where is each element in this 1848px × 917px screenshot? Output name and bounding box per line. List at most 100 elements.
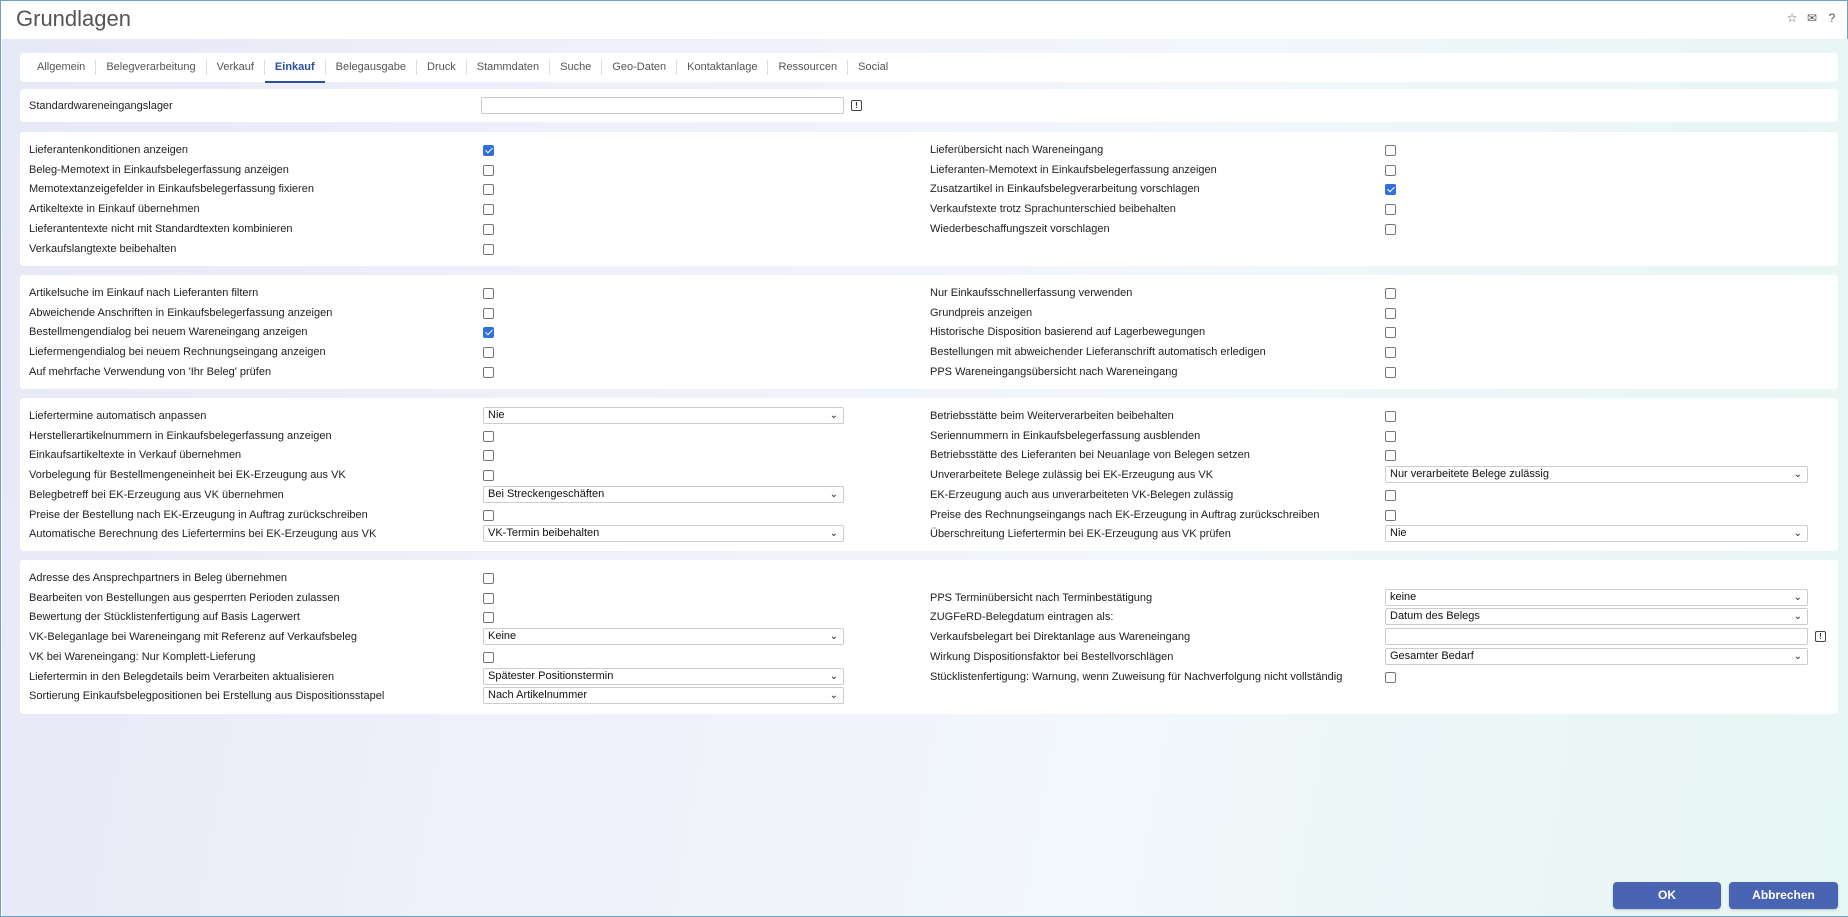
ok-button[interactable]: OK [1613,882,1721,909]
auf-mehrfache-verwendung-von-ihr-beleg-p-checkbox[interactable] [483,366,494,378]
artikeltexte-in-einkauf-uebernehmen-checkbox[interactable] [483,204,494,216]
tab-geo-daten[interactable]: Geo-Daten [602,60,678,75]
option-label: Automatische Berechnung des Liefertermin… [29,528,377,541]
section-warehouse: Standardwareneingangslager ! [20,89,1838,122]
option-label: Wiederbeschaffungszeit vorschlagen [930,222,1110,235]
option-label: Liefertermin in den Belegdetails beim Ve… [29,670,335,683]
wiederbeschaffungszeit-vorschlagen-checkbox[interactable] [1385,223,1396,235]
liefertermine-automatisch-anpassen-select[interactable]: Nie ⌄ [483,407,844,424]
select-value: Nur verarbeitete Belege zulässig [1390,468,1549,481]
tab-belegausgabe[interactable]: Belegausgabe [326,60,417,75]
chevron-down-icon: ⌄ [829,670,838,682]
option-label: Artikelsuche im Einkauf nach Lieferanten… [29,287,259,299]
verkaufstexte-trotz-sprachunterschied-be-checkbox[interactable] [1385,204,1396,216]
cancel-button[interactable]: Abbrechen [1729,882,1838,909]
option-label: Preise der Bestellung nach EK-Erzeugung … [29,508,368,521]
info-icon[interactable]: ! [851,100,862,111]
mail-icon[interactable]: ✉ [1805,11,1819,25]
option-label: Bewertung der Stücklistenfertigung auf B… [29,611,300,624]
vk-beleganlage-bei-wareneingang-mit-refe-select[interactable]: Keine ⌄ [483,628,844,646]
option-label: Zusatzartikel in Einkaufsbelegverarbeitu… [930,183,1200,196]
wirkung-dispositionsfaktor-bei-bestellvo-select[interactable]: Gesamter Bedarf ⌄ [1385,647,1808,665]
tab-social[interactable]: Social [848,60,898,75]
tab-verkauf[interactable]: Verkauf [207,60,265,75]
tab-bar: Allgemein Belegverarbeitung Verkauf Einkauf… [20,53,1838,83]
warehouse-label: Standardwareneingangslager [29,100,173,112]
vk-bei-wareneingang-nur-komplett-lieferu-checkbox[interactable] [483,651,494,663]
option-label: Adresse des Ansprechpartners in Beleg üb… [29,572,288,584]
einkaufsartikeltexte-in-verkauf-ueberneh-checkbox[interactable] [483,450,494,462]
preise-des-rechnungseingangs-nach-ek-erz-checkbox[interactable] [1385,509,1396,521]
vorbelegung-fuer-bestellmengeneinheit-be-checkbox[interactable] [483,470,494,482]
chevron-down-icon: ⌄ [1793,611,1802,623]
verkaufsbelegart-bei-direktanlage-aus-wa-input[interactable] [1385,628,1808,646]
pps-terminuebersicht-nach-terminbestaeti-select[interactable]: keine ⌄ [1385,588,1808,606]
chevron-down-icon: ⌄ [1793,469,1802,481]
lieferanten-memotext-in-einkaufsbelegerf-checkbox[interactable] [1385,164,1396,176]
stuecklistenfertigung-warnung-wenn-zuwei-checkbox[interactable] [1385,671,1396,683]
belegbetreff-bei-ek-erzeugung-aus-vk-ueb-select[interactable]: Bei Streckengeschäften ⌄ [483,485,844,503]
historische-disposition-basierend-auf-la-checkbox[interactable] [1385,327,1396,339]
content-area: Allgemein Belegverarbeitung Verkauf Einkauf… [2,39,1848,916]
zugferd-belegdatum-eintragen-als-select[interactable]: Datum des Belegs ⌄ [1385,608,1808,626]
seriennummern-in-einkaufsbelegerfassung--checkbox[interactable] [1385,430,1396,442]
sortierung-einkaufsbelegpositionen-bei-e-select[interactable]: Nach Artikelnummer ⌄ [483,687,844,705]
tab-suche[interactable]: Suche [550,60,603,75]
option-label: Herstellerartikelnummern in Einkaufsbele… [29,429,332,442]
preise-der-bestellung-nach-ek-erzeugung--checkbox[interactable] [483,509,494,521]
option-label: Bestellmengendialog bei neuem Wareneinga… [29,326,308,339]
artikelsuche-im-einkauf-nach-lieferanten-checkbox[interactable] [483,288,494,299]
betriebsstaette-beim-weiterverarbeiten-b-checkbox[interactable] [1385,411,1396,422]
dialog-window: Grundlagen ☆ ✉ ? Allgemein Belegverarbeit… [0,0,1848,917]
betriebsstaette-des-lieferanten-bei-neua-checkbox[interactable] [1385,450,1396,462]
option-label: Belegbetreff bei EK-Erzeugung aus VK übe… [29,488,284,501]
liefertermin-in-den-belegdetails-beim-ve-select[interactable]: Spätester Positionstermin ⌄ [483,667,844,685]
bestellmengendialog-bei-neuem-wareneinga-checkbox[interactable] [483,327,494,339]
tab-belegverarbeitung[interactable]: Belegverarbeitung [96,60,207,75]
option-label: Lieferantenkonditionen anzeigen [29,144,189,156]
unverarbeitete-belege-zulaessig-bei-ek-e-select[interactable]: Nur verarbeitete Belege zulässig ⌄ [1385,466,1808,484]
tab-einkauf[interactable]: Einkauf [264,60,326,83]
memotextanzeigefelder-in-einkaufsbeleger-checkbox[interactable] [483,184,494,196]
option-label: Nur Einkaufsschnellerfassung verwenden [930,287,1133,299]
tab-kontaktanlage[interactable]: Kontaktanlage [677,60,769,75]
zusatzartikel-in-einkaufsbelegverarbeitu-checkbox[interactable] [1385,184,1396,196]
abweichende-anschriften-in-einkaufsbeleg-checkbox[interactable] [483,307,494,319]
grundpreis-anzeigen-checkbox[interactable] [1385,307,1396,319]
option-label: Seriennummern in Einkaufsbelegerfassung … [930,429,1201,442]
chevron-down-icon: ⌄ [829,410,838,421]
lieferuebersicht-nach-wareneingang-checkbox[interactable] [1385,145,1396,156]
select-value: VK-Termin beibehalten [488,527,600,540]
option-label: Verkaufsbelegart bei Direktanlage aus Wa… [930,631,1191,644]
tab-ressourcen[interactable]: Ressourcen [768,60,849,75]
tab-allgemein[interactable]: Allgemein [27,60,97,75]
automatische-berechnung-des-liefertermin-select[interactable]: VK-Termin beibehalten ⌄ [483,525,844,543]
verkaufslangtexte-beibehalten-checkbox[interactable] [483,243,494,255]
warehouse-input[interactable] [481,97,844,114]
pps-wareneingangsuebersicht-nach-warenei-checkbox[interactable] [1385,366,1396,378]
option-label: Liefertermine automatisch anpassen [29,410,207,422]
tab-stammdaten[interactable]: Stammdaten [467,60,551,75]
bestellungen-mit-abweichender-lieferansc-checkbox[interactable] [1385,347,1396,359]
adresse-des-ansprechpartners-in-beleg-ue-checkbox[interactable] [483,573,494,584]
ek-erzeugung-auch-aus-unverarbeiteten-vk-checkbox[interactable] [1385,489,1396,501]
bewertung-der-stuecklistenfertigung-auf--checkbox[interactable] [483,612,494,624]
option-label: Lieferanten-Memotext in Einkaufsbelegerf… [930,163,1217,176]
bearbeiten-von-bestellungen-aus-gesperrt-checkbox[interactable] [483,592,494,604]
tab-druck[interactable]: Druck [417,60,467,75]
liefermengendialog-bei-neuem-rechnungsei-checkbox[interactable] [483,347,494,359]
help-icon[interactable]: ? [1825,11,1839,25]
select-value: Nie [1390,527,1407,540]
star-icon[interactable]: ☆ [1785,11,1799,25]
chevron-down-icon: ⌄ [829,690,838,702]
lieferantenkonditionen-anzeigen-checkbox[interactable] [483,145,494,156]
option-label: Liefermengendialog bei neuem Rechnungsei… [29,346,326,359]
option-label: PPS Wareneingangsübersicht nach Warenein… [930,365,1178,378]
nur-einkaufsschnellerfassung-verwenden-checkbox[interactable] [1385,288,1396,299]
beleg-memotext-in-einkaufsbelegerfassung-checkbox[interactable] [483,164,494,176]
herstellerartikelnummern-in-einkaufsbele-checkbox[interactable] [483,430,494,442]
section-display-options: Lieferantenkonditionen anzeigen Beleg-Mem… [20,132,1838,266]
lieferantentexte-nicht-mit-standardtexte-checkbox[interactable] [483,223,494,235]
info-icon[interactable]: ! [1815,631,1826,643]
ueberschreitung-liefertermin-bei-ek-erze-select[interactable]: Nie ⌄ [1385,525,1808,543]
